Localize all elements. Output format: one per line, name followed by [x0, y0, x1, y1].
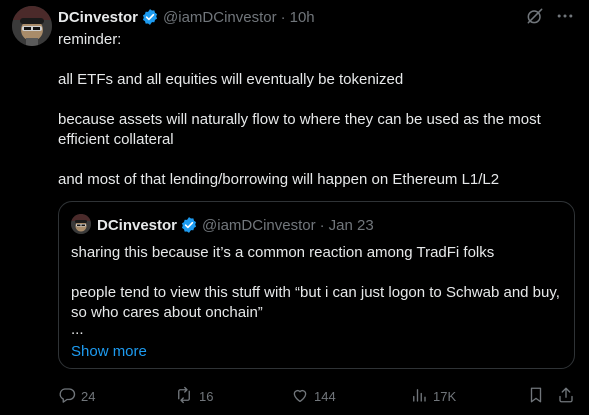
quoted-author-handle: @iamDCinvestor	[202, 216, 316, 234]
share-button[interactable]	[557, 386, 575, 407]
reply-button[interactable]: 24	[58, 386, 95, 407]
quoted-text: sharing this because it’s a common react…	[71, 243, 560, 337]
grok-icon[interactable]	[525, 6, 545, 26]
tweet-paragraph: reminder:	[58, 31, 122, 48]
repost-button[interactable]: 16	[174, 386, 213, 407]
tweet-header: DCinvestor @iamDCinvestor · 10h	[58, 7, 577, 27]
tweet-text: reminder: all ETFs and all equities will…	[58, 30, 569, 190]
views-icon	[410, 386, 428, 407]
views-count: 17K	[433, 389, 457, 404]
like-count: 144	[314, 389, 336, 404]
quoted-paragraph: sharing this because it’s a common react…	[71, 244, 495, 261]
quoted-author-name: DCinvestor	[97, 216, 178, 234]
more-icon[interactable]	[555, 6, 575, 26]
verified-badge-icon	[141, 8, 159, 26]
tweet-paragraph: and most of that lending/borrowing will …	[58, 171, 500, 188]
verified-badge-icon	[180, 216, 198, 234]
tweet[interactable]: DCinvestor @iamDCinvestor · 10h reminder…	[0, 0, 589, 415]
quoted-tweet[interactable]: DCinvestor @iamDCinvestor · Jan 23 shari…	[58, 201, 575, 369]
like-button[interactable]: 144	[291, 386, 336, 407]
top-actions	[525, 6, 575, 26]
like-icon	[291, 386, 309, 407]
author-name[interactable]: DCinvestor	[58, 9, 138, 26]
share-icon	[557, 386, 575, 407]
separator-dot: ·	[280, 8, 286, 26]
quoted-timestamp: Jan 23	[328, 216, 374, 234]
repost-count: 16	[199, 389, 214, 404]
views-button[interactable]: 17K	[410, 386, 456, 407]
tweet-paragraph: because assets will naturally flow to wh…	[58, 111, 541, 148]
quoted-header: DCinvestor @iamDCinvestor · Jan 23	[97, 215, 374, 235]
show-more-link[interactable]: Show more	[71, 343, 147, 360]
bookmark-button[interactable]	[527, 386, 545, 407]
action-bar: 24 16 144 17K	[58, 386, 577, 408]
quoted-ellipsis: ...	[71, 321, 84, 338]
timestamp[interactable]: 10h	[290, 9, 315, 26]
bookmark-icon	[527, 386, 545, 407]
repost-icon	[174, 386, 194, 407]
quoted-paragraph: people tend to view this stuff with “but…	[71, 284, 560, 321]
separator-dot: ·	[319, 216, 325, 234]
reply-icon	[58, 386, 76, 407]
avatar[interactable]	[12, 6, 52, 46]
tweet-paragraph: all ETFs and all equities will eventuall…	[58, 71, 404, 88]
author-handle[interactable]: @iamDCinvestor	[163, 9, 277, 26]
quoted-avatar	[71, 214, 91, 234]
reply-count: 24	[81, 389, 96, 404]
